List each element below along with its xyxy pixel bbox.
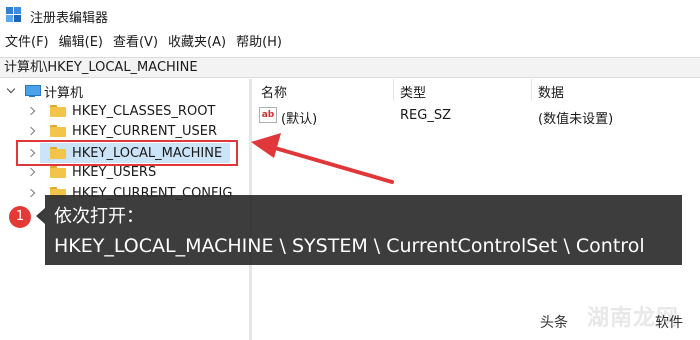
annotation-arrow	[251, 133, 394, 184]
tooltip-heading: 依次打开：	[54, 206, 144, 227]
arrow-head	[251, 133, 281, 158]
step-badge: 1	[9, 206, 31, 228]
instruction-tooltip: 依次打开： HKEY_LOCAL_MACHINE \ SYSTEM \ Curr…	[45, 195, 682, 265]
tooltip-pointer	[36, 208, 45, 224]
arrow-shaft	[266, 144, 394, 184]
tooltip-path: HKEY_LOCAL_MACHINE \ SYSTEM \ CurrentCon…	[54, 235, 645, 257]
watermark-prefix: 头条	[540, 315, 568, 331]
watermark-suffix: 软件	[655, 315, 683, 331]
